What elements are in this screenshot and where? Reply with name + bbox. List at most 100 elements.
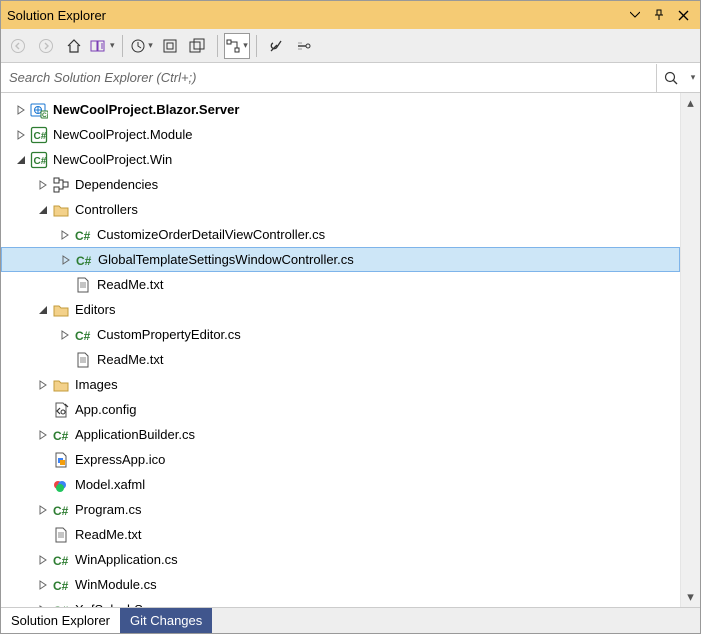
nested-files-button[interactable]: ▾: [224, 33, 250, 59]
close-icon[interactable]: [672, 4, 694, 26]
separator: [122, 35, 123, 57]
collapse-icon[interactable]: [35, 202, 51, 218]
expand-icon[interactable]: [57, 327, 73, 343]
tree-item[interactable]: C#NewCoolProject.Module: [1, 122, 680, 147]
tree-item[interactable]: C#CustomPropertyEditor.cs: [1, 322, 680, 347]
solution-tree[interactable]: C# NewCoolProject.Blazor.Server C#NewCoolP…: [1, 93, 680, 607]
tree-item-label: GlobalTemplateSettingsWindowController.c…: [98, 252, 354, 267]
tree-item[interactable]: C# Program.cs: [1, 497, 680, 522]
svg-text:C#: C#: [53, 504, 69, 518]
svg-text:C#: C#: [42, 112, 48, 119]
tree-item-label: ReadMe.txt: [75, 527, 141, 542]
tree-item[interactable]: C#CustomizeOrderDetailViewController.cs: [1, 222, 680, 247]
tree-item[interactable]: Dependencies: [1, 172, 680, 197]
globe-cs-icon: C#: [29, 100, 49, 120]
tree-item[interactable]: Controllers: [1, 197, 680, 222]
svg-text:C#: C#: [34, 131, 47, 142]
tree-item[interactable]: App.config: [1, 397, 680, 422]
preview-button[interactable]: [291, 33, 317, 59]
expand-icon[interactable]: [57, 227, 73, 243]
expand-icon[interactable]: [35, 377, 51, 393]
tree-item-label: CustomizeOrderDetailViewController.cs: [97, 227, 325, 242]
tree-item-label: Dependencies: [75, 177, 158, 192]
properties-button[interactable]: [263, 33, 289, 59]
expand-icon[interactable]: [35, 427, 51, 443]
tree-item[interactable]: C#XafSplashScreen.cs: [1, 597, 680, 607]
switch-views-button[interactable]: ▾: [89, 33, 116, 59]
dropdown-icon[interactable]: [624, 4, 646, 26]
folder-icon: [51, 200, 71, 220]
expand-icon[interactable]: [58, 252, 74, 268]
cs-icon: C#: [51, 600, 71, 608]
tree-item-label: ExpressApp.ico: [75, 452, 165, 467]
tree-item-label: ReadMe.txt: [97, 277, 163, 292]
expand-icon[interactable]: [35, 177, 51, 193]
tree-item[interactable]: ReadMe.txt: [1, 272, 680, 297]
tree-item[interactable]: ReadMe.txt: [1, 522, 680, 547]
search-input[interactable]: [1, 66, 656, 89]
txt-icon: [51, 525, 71, 545]
expand-icon[interactable]: [35, 502, 51, 518]
expand-spacer: [35, 452, 51, 468]
scroll-up-icon[interactable]: ▴: [681, 93, 700, 113]
tree-item-label: WinApplication.cs: [75, 552, 178, 567]
sync-button[interactable]: [157, 33, 183, 59]
tree-item[interactable]: C# GlobalTemplateSettingsWindowController…: [1, 247, 680, 272]
svg-text:C#: C#: [53, 579, 69, 593]
chevron-down-icon: ▾: [243, 40, 248, 51]
expand-icon[interactable]: [35, 552, 51, 568]
folder-icon: [51, 300, 71, 320]
search-button[interactable]: [656, 64, 684, 92]
tab-git-changes[interactable]: Git Changes: [120, 608, 212, 633]
tree-item-label: ReadMe.txt: [97, 352, 163, 367]
svg-text:C#: C#: [53, 429, 69, 443]
cs-icon: C#: [51, 550, 71, 570]
tree-item-label: NewCoolProject.Blazor.Server: [53, 102, 239, 117]
chevron-down-icon: ▾: [148, 40, 153, 51]
scrollbar[interactable]: ▴ ▾: [680, 93, 700, 607]
chevron-down-icon: ▾: [691, 72, 696, 83]
tree-item-label: Editors: [75, 302, 115, 317]
xafml-icon: [51, 475, 71, 495]
svg-text:C#: C#: [76, 254, 92, 268]
tree-item-label: App.config: [75, 402, 136, 417]
tree-item[interactable]: Editors: [1, 297, 680, 322]
tree-item[interactable]: C# NewCoolProject.Blazor.Server: [1, 97, 680, 122]
tree-item-label: Controllers: [75, 202, 138, 217]
expand-icon[interactable]: [35, 577, 51, 593]
tree-item[interactable]: C#ApplicationBuilder.cs: [1, 422, 680, 447]
svg-text:C#: C#: [53, 604, 69, 608]
cs-icon: C#: [51, 575, 71, 595]
pin-icon[interactable]: [648, 4, 670, 26]
tree-item[interactable]: C#WinModule.cs: [1, 572, 680, 597]
bottom-tabs: Solution Explorer Git Changes: [1, 607, 700, 633]
deps-icon: [51, 175, 71, 195]
separator: [217, 35, 218, 57]
svg-text:C#: C#: [34, 156, 47, 167]
collapse-icon[interactable]: [35, 302, 51, 318]
svg-text:C#: C#: [53, 554, 69, 568]
txt-icon: [73, 350, 93, 370]
cs-icon: C#: [51, 500, 71, 520]
cs-icon: C#: [73, 325, 93, 345]
forward-button: [33, 33, 59, 59]
home-button[interactable]: [61, 33, 87, 59]
tree-item[interactable]: Images: [1, 372, 680, 397]
txt-icon: [73, 275, 93, 295]
scroll-down-icon[interactable]: ▾: [681, 587, 700, 607]
tree-item[interactable]: C#NewCoolProject.Win: [1, 147, 680, 172]
tree-item[interactable]: C# WinApplication.cs: [1, 547, 680, 572]
tree-item[interactable]: ReadMe.txt: [1, 347, 680, 372]
separator: [256, 35, 257, 57]
tab-solution-explorer[interactable]: Solution Explorer: [1, 608, 120, 633]
tree-item-label: Program.cs: [75, 502, 141, 517]
show-all-button[interactable]: [185, 33, 211, 59]
collapse-icon[interactable]: [13, 152, 29, 168]
expand-icon[interactable]: [13, 102, 29, 118]
expand-icon[interactable]: [13, 127, 29, 143]
expand-icon[interactable]: [35, 602, 51, 608]
pending-changes-button[interactable]: ▾: [129, 33, 155, 59]
tree-item[interactable]: Model.xafml: [1, 472, 680, 497]
search-options-button[interactable]: ▾: [684, 64, 700, 92]
tree-item[interactable]: ExpressApp.ico: [1, 447, 680, 472]
